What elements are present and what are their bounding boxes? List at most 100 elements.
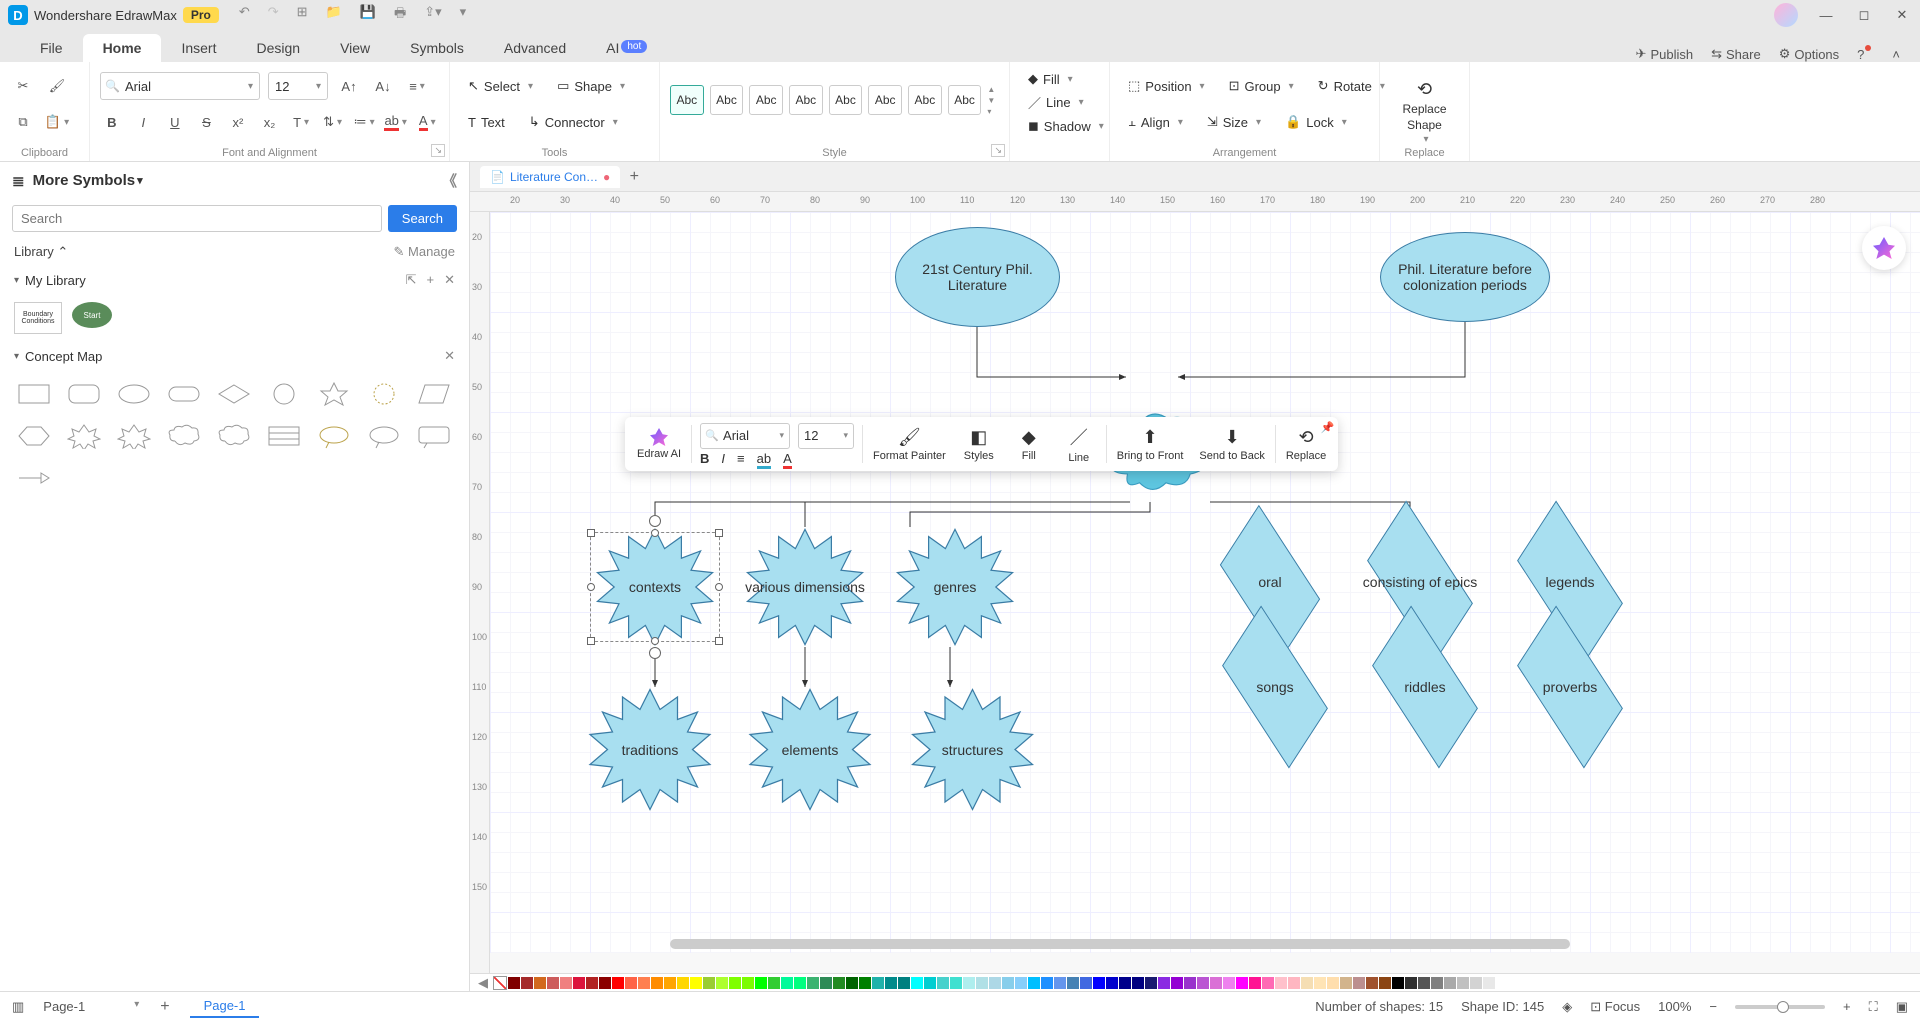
color-swatch[interactable] [950,977,962,989]
style-preset-1[interactable]: Abc [670,85,704,115]
no-color[interactable] [493,976,507,990]
new-button[interactable]: ⊞ [297,4,308,26]
add-page-button[interactable]: + [160,998,169,1016]
color-swatch[interactable] [1275,977,1287,989]
concept-shape-3[interactable] [164,378,204,410]
ctx-edraw-ai[interactable]: Edraw AI [629,421,689,467]
color-swatch[interactable] [1197,977,1209,989]
color-swatch[interactable] [1132,977,1144,989]
ctx-font-dropdown[interactable]: Arial [700,423,790,449]
subscript-button[interactable]: x₂ [258,109,282,135]
concept-shape-0[interactable] [14,378,54,410]
focus-button[interactable]: ⊡ Focus [1590,999,1640,1015]
color-swatch[interactable] [1093,977,1105,989]
underline-button[interactable]: U [163,109,187,135]
color-swatch[interactable] [1327,977,1339,989]
color-swatch[interactable] [586,977,598,989]
horizontal-scrollbar[interactable] [670,939,1570,949]
color-swatch[interactable] [573,977,585,989]
color-swatch[interactable] [924,977,936,989]
colorbar-prev[interactable]: ◀ [478,975,488,991]
shape-tool[interactable]: ▭ Shape [549,75,633,97]
minimize-button[interactable]: ― [1816,8,1836,23]
pin-toolbar[interactable]: 📌 [1321,421,1335,434]
tab-home[interactable]: Home [83,34,162,62]
format-painter-button[interactable]: 🖌 [44,73,70,99]
connector-tool[interactable]: ↳ Connector [521,111,626,133]
color-swatch[interactable] [664,977,676,989]
new-doc-tab[interactable]: + [624,167,644,187]
group-button[interactable]: ⊡ Group [1221,75,1302,97]
tab-ai[interactable]: AIhot [586,34,667,62]
library-label[interactable]: Library ⌃ [14,244,68,260]
export-button[interactable]: ⇪▾ [424,4,441,26]
style-preset-4[interactable]: Abc [789,85,823,115]
color-swatch[interactable] [560,977,572,989]
color-swatch[interactable] [1210,977,1222,989]
concept-shape-12[interactable] [164,420,204,452]
color-swatch[interactable] [1431,977,1443,989]
ctx-styles[interactable]: ◧Styles [954,421,1004,467]
shape-oral[interactable]: oral [1215,547,1325,617]
color-swatch[interactable] [599,977,611,989]
ctx-italic[interactable]: I [721,451,725,466]
color-swatch[interactable] [638,977,650,989]
color-swatch[interactable] [1314,977,1326,989]
font-size-dropdown[interactable]: 12 [268,72,328,100]
ctx-highlight[interactable]: ab [757,451,771,466]
color-swatch[interactable] [612,977,624,989]
color-swatch[interactable] [1145,977,1157,989]
color-swatch[interactable] [534,977,546,989]
search-input[interactable] [12,205,382,232]
concept-shape-6[interactable] [314,378,354,410]
shape-genres[interactable]: genres [885,527,1025,647]
color-swatch[interactable] [833,977,845,989]
color-swatch[interactable] [1483,977,1495,989]
concept-shape-8[interactable] [414,378,454,410]
concept-shape-1[interactable] [64,378,104,410]
page-dropdown[interactable]: Page-1 [34,995,146,1018]
align-para-button[interactable]: ≡ [404,73,430,99]
mylib-shape-1[interactable]: Boundary Conditions [14,302,62,334]
font-dropdown[interactable]: Arial [100,72,260,100]
font-color-button[interactable]: A [415,109,439,135]
style-more[interactable]: ▾ [987,107,999,116]
color-swatch[interactable] [729,977,741,989]
style-preset-7[interactable]: Abc [908,85,942,115]
concept-shape-5[interactable] [264,378,304,410]
color-swatch[interactable] [703,977,715,989]
color-swatch[interactable] [937,977,949,989]
color-swatch[interactable] [1288,977,1300,989]
strike-button[interactable]: S [195,109,219,135]
rotate-handle-top[interactable] [649,515,661,527]
avatar[interactable] [1774,3,1798,27]
concept-shape-10[interactable] [64,420,104,452]
concept-shape-16[interactable] [364,420,404,452]
collapse-ribbon[interactable]: ˄ [1892,47,1900,62]
zoom-slider[interactable] [1735,1005,1825,1009]
shape-structures[interactable]: structures [895,687,1050,812]
concept-section[interactable]: Concept Map ✕ [0,342,469,370]
style-preset-3[interactable]: Abc [749,85,783,115]
concept-shape-2[interactable] [114,378,154,410]
concept-shape-11[interactable] [114,420,154,452]
style-preset-8[interactable]: Abc [948,85,982,115]
color-swatch[interactable] [1496,977,1508,989]
color-swatch[interactable] [963,977,975,989]
color-swatch[interactable] [677,977,689,989]
color-swatch[interactable] [1184,977,1196,989]
mylib-section[interactable]: My Library ⇱ + ✕ [0,266,469,294]
color-swatch[interactable] [768,977,780,989]
text-tool[interactable]: T Text [460,112,513,133]
print-button[interactable]: 🖶 [394,4,406,26]
color-swatch[interactable] [1405,977,1417,989]
line-button[interactable]: ／ Line [1020,90,1099,115]
concept-shape-4[interactable] [214,378,254,410]
shadow-button[interactable]: ◼ Shadow [1020,115,1099,137]
fit-button[interactable]: ▣ [1896,999,1908,1015]
shrink-font-button[interactable]: A↓ [370,73,396,99]
color-swatch[interactable] [1002,977,1014,989]
case-button[interactable]: T [289,109,313,135]
color-swatch[interactable] [1041,977,1053,989]
superscript-button[interactable]: x² [226,109,250,135]
